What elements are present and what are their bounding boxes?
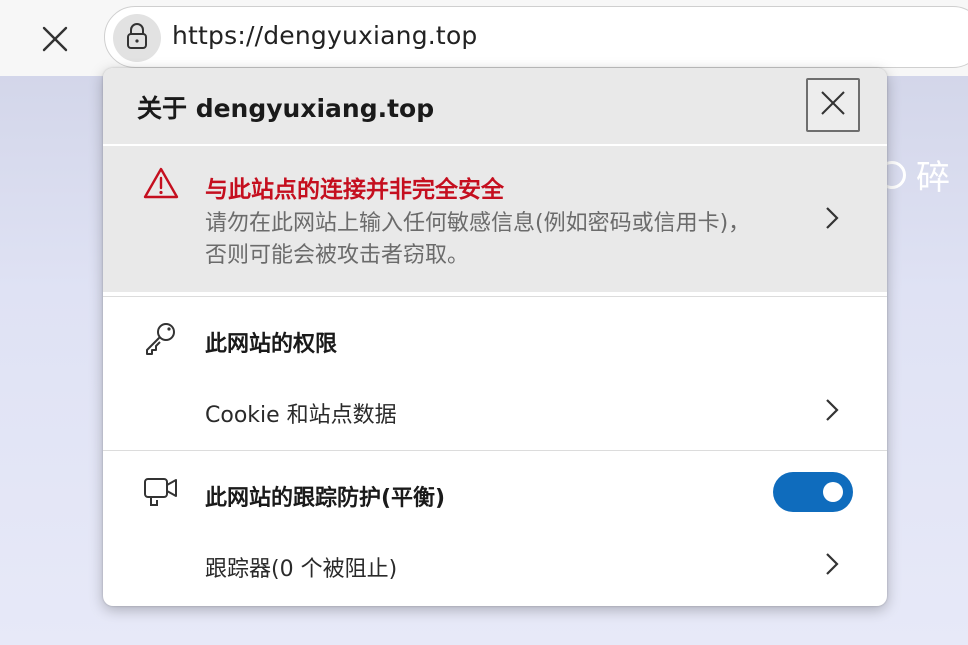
popup-title: 关于 dengyuxiang.top — [137, 94, 435, 123]
site-info-button[interactable] — [113, 14, 161, 62]
cookie-site-data-label: Cookie 和站点数据 — [205, 403, 397, 428]
popup-header: 关于 dengyuxiang.top — [103, 68, 887, 144]
chevron-right-icon — [823, 396, 841, 424]
background-page-fragment: 碎 — [878, 150, 950, 199]
close-icon — [820, 90, 846, 120]
site-info-popup: 关于 dengyuxiang.top 与此站点的连接并非完全安全 请勿在此网站上… — [103, 68, 887, 606]
trackers-label: 跟踪器(0 个被阻止) — [205, 557, 398, 582]
security-warning-row[interactable]: 与此站点的连接并非完全安全 请勿在此网站上输入任何敏感信息(例如密码或信用卡)，… — [103, 146, 887, 292]
warning-description: 请勿在此网站上输入任何敏感信息(例如密码或信用卡)，否则可能会被攻击者窃取。 — [205, 211, 751, 268]
camera-tracking-icon — [143, 474, 179, 512]
address-bar[interactable]: https://dengyuxiang.top — [104, 6, 968, 68]
warning-triangle-icon — [143, 166, 179, 204]
divider — [103, 296, 887, 297]
divider — [103, 450, 887, 451]
tracking-heading: 此网站的跟踪防护(平衡) — [205, 486, 446, 511]
permissions-heading: 此网站的权限 — [205, 332, 338, 357]
url-text[interactable]: https://dengyuxiang.top — [172, 21, 478, 50]
lock-icon — [124, 22, 150, 54]
chevron-right-icon — [823, 550, 841, 578]
tracking-prevention-toggle[interactable] — [773, 472, 853, 512]
close-icon[interactable] — [36, 20, 74, 58]
popup-close-button[interactable] — [806, 78, 860, 132]
toggle-knob — [823, 482, 843, 502]
warning-title: 与此站点的连接并非完全安全 — [205, 177, 504, 203]
chevron-right-icon — [823, 204, 841, 232]
browser-toolbar: https://dengyuxiang.top — [0, 0, 968, 76]
background-text: 碎 — [916, 158, 950, 198]
key-icon — [143, 320, 179, 360]
